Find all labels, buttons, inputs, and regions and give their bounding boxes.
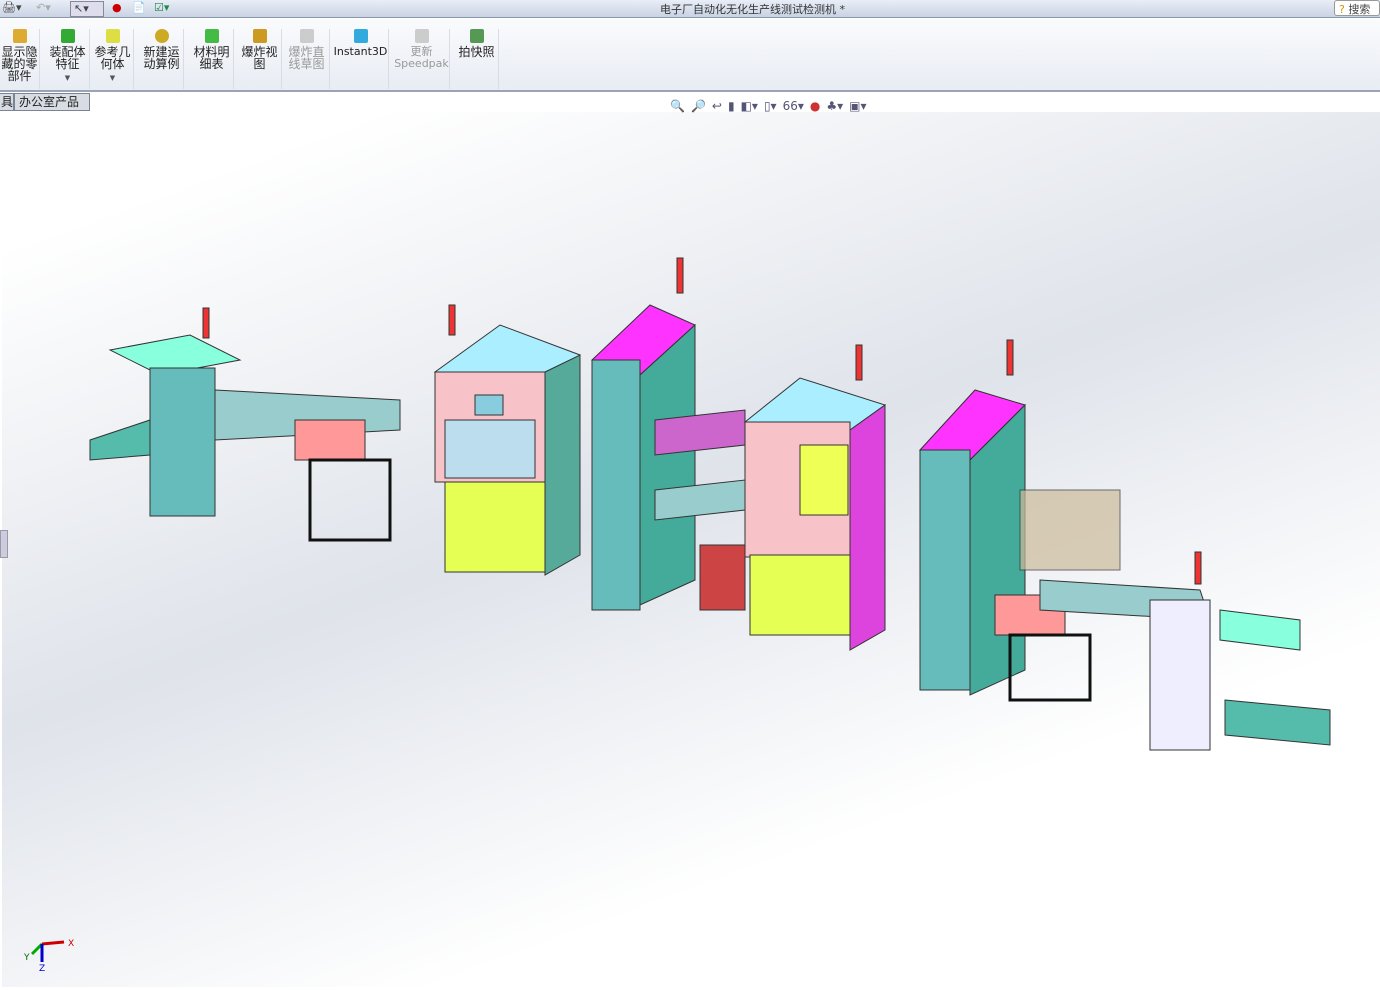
tower-2 — [919, 449, 971, 691]
search-label: 搜索 — [1348, 3, 1371, 16]
button-label: Instant3D — [333, 45, 388, 58]
show-hidden-components-icon — [12, 29, 27, 43]
help-icon: ? — [1339, 3, 1345, 16]
button-label: 爆炸直线草图 — [288, 45, 325, 71]
explode-line-sketch-button[interactable]: 爆炸直线草图 — [284, 29, 330, 89]
exploded-view-icon — [252, 29, 267, 43]
chevron-down-icon: ▼ — [109, 74, 116, 82]
machine-right-cabinet — [1149, 599, 1211, 751]
select-icon[interactable]: ↖▾ — [70, 1, 104, 17]
view-settings-icon[interactable]: ▣▾ — [849, 99, 866, 113]
rebuild-icon[interactable]: ● — [112, 1, 122, 17]
button-label: 新建运动算例 — [143, 45, 180, 71]
feature-manager-toggle[interactable] — [0, 530, 8, 558]
x-axis-label: X — [68, 939, 74, 949]
button-label: 拍快照 — [458, 45, 495, 59]
reference-geometry-icon — [105, 29, 120, 43]
button-label: 材料明细表 — [193, 45, 230, 71]
zoom-to-fit-icon[interactable]: 🔍 — [670, 99, 685, 113]
update-speedpak-button[interactable]: 更新Speedpak — [394, 29, 450, 89]
instant3d-button[interactable]: Instant3D — [333, 29, 389, 89]
edit-appearance-icon[interactable]: ● — [810, 99, 820, 113]
undo-icon[interactable]: ↶▾ — [36, 1, 51, 17]
chevron-down-icon: ▼ — [64, 74, 71, 82]
bill-of-materials-icon — [204, 29, 219, 43]
y-axis-label: Y — [24, 953, 30, 963]
tower-1 — [591, 359, 641, 611]
assembly-model[interactable] — [2, 112, 1380, 987]
reference-geometry-button[interactable]: 参考几何体 ▼ — [92, 29, 134, 89]
window-title: 电子厂自动化无化生产线测试检测机 * — [660, 3, 845, 16]
zoom-to-area-icon[interactable]: 🔎 — [691, 99, 706, 113]
title-bar: 🖨▾ ↶▾ ↖▾ ● 📄 ☑▾ 电子厂自动化无化生产线测试检测机 * ? 搜索 — [0, 0, 1380, 18]
reference-triad: X Y Z — [24, 939, 74, 974]
tab-tools[interactable]: 具 — [0, 93, 14, 111]
previous-view-icon[interactable]: ↩ — [712, 99, 722, 113]
assembly-features-icon — [60, 29, 75, 43]
print-icon[interactable]: 🖨▾ — [2, 1, 22, 17]
button-label: 参考几何体 — [94, 45, 131, 71]
button-label: 装配体特征 — [49, 45, 86, 71]
apply-scene-icon[interactable]: ♣▾ — [826, 99, 843, 113]
pink-box — [294, 419, 366, 461]
machine-left-cabinet — [149, 367, 216, 517]
machine-1-lower — [444, 481, 546, 573]
command-manager-ribbon: 显示隐藏的零部件 装配体特征 ▼ 参考几何体 ▼ 新建运动算例 材料明细表 爆炸视图… — [0, 19, 1380, 92]
view-orientation-icon[interactable]: ◧▾ — [741, 99, 758, 113]
show-hidden-components-button[interactable]: 显示隐藏的零部件 — [0, 29, 40, 89]
exploded-view-button[interactable]: 爆炸视图 — [238, 29, 282, 89]
update-speedpak-icon — [414, 29, 429, 43]
options-icon[interactable]: ☑▾ — [154, 1, 169, 17]
tab-office-products[interactable]: 办公室产品 — [14, 93, 90, 111]
button-label: 更新Speedpak — [394, 45, 449, 70]
graphics-viewport[interactable] — [2, 112, 1380, 987]
button-label: 显示隐藏的零部件 — [1, 45, 38, 83]
section-view-icon[interactable]: ▮ — [728, 99, 735, 113]
take-snapshot-icon — [469, 29, 484, 43]
z-axis-label: Z — [39, 964, 45, 974]
instant3d-icon — [353, 29, 368, 43]
hide-show-items-icon[interactable]: 66▾ — [783, 99, 804, 113]
file-properties-icon[interactable]: 📄 — [132, 1, 146, 17]
bill-of-materials-button[interactable]: 材料明细表 — [190, 29, 234, 89]
assembly-features-button[interactable]: 装配体特征 ▼ — [46, 29, 90, 89]
explode-line-sketch-icon — [299, 29, 314, 43]
heads-up-view-toolbar: 🔍 🔎 ↩ ▮ ◧▾ ▯▾ 66▾ ● ♣▾ ▣▾ — [670, 99, 873, 115]
search-button[interactable]: ? 搜索 — [1334, 0, 1380, 16]
button-label: 爆炸视图 — [241, 45, 278, 71]
display-style-icon[interactable]: ▯▾ — [764, 99, 777, 113]
new-motion-study-icon — [154, 29, 169, 43]
take-snapshot-button[interactable]: 拍快照 — [455, 29, 499, 89]
machine-2-lower — [749, 554, 851, 636]
new-motion-study-button[interactable]: 新建运动算例 — [140, 29, 184, 89]
